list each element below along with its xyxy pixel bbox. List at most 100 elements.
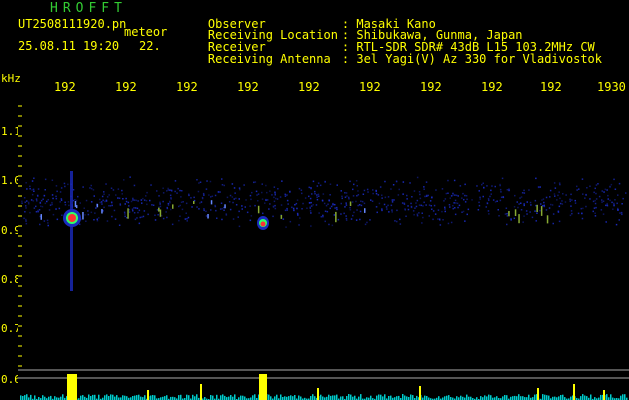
noise-dot <box>118 197 121 199</box>
noise-dot <box>36 200 38 202</box>
noise-dot <box>124 213 126 215</box>
noise-dot <box>318 195 320 197</box>
noise-dot <box>355 219 358 221</box>
noise-dot <box>137 200 139 202</box>
noise-dot <box>312 180 315 183</box>
noise-dot <box>257 193 260 195</box>
noise-dot <box>26 200 28 202</box>
noise-dot <box>419 193 421 196</box>
histogram-bar <box>254 394 256 400</box>
histogram-bar <box>336 394 338 400</box>
histogram-bar <box>424 395 426 400</box>
noise-dot <box>556 199 558 201</box>
noise-dot <box>268 208 270 210</box>
noise-dot <box>234 192 236 194</box>
noise-dot <box>256 194 258 196</box>
x-tick-label: 192 <box>359 80 381 94</box>
noise-dot <box>594 215 597 217</box>
noise-dot <box>357 204 359 207</box>
noise-dot <box>604 188 607 191</box>
noise-dot <box>25 205 27 207</box>
noise-dot <box>167 202 170 205</box>
noise-dot <box>44 178 47 181</box>
noise-dot <box>64 201 66 204</box>
histogram-bar <box>104 395 106 400</box>
noise-dot <box>582 207 584 210</box>
noise-dot <box>557 194 559 197</box>
noise-dot <box>331 224 334 227</box>
histogram-bar <box>328 394 330 400</box>
histogram-bar <box>490 395 492 400</box>
noise-dot <box>349 206 351 209</box>
noise-dot <box>404 209 406 211</box>
noise-dot <box>99 198 101 201</box>
histogram-bar <box>94 394 96 400</box>
histogram-bar <box>152 395 154 400</box>
noise-dot <box>184 218 187 220</box>
noise-dot <box>584 197 586 199</box>
noise-dot <box>198 182 200 184</box>
histogram-bar <box>42 395 44 400</box>
noise-dot <box>601 201 603 203</box>
noise-dot <box>589 185 591 187</box>
noise-dot <box>387 196 390 198</box>
noise-dot <box>40 205 42 207</box>
histogram-bar <box>620 395 622 400</box>
noise-dot <box>381 208 383 210</box>
histogram-bar <box>398 395 400 400</box>
noise-dot <box>205 215 208 217</box>
histogram-bar <box>446 395 448 400</box>
noise-dot <box>316 198 319 201</box>
noise-dot <box>416 214 419 217</box>
noise-dot <box>221 178 223 180</box>
noise-dot <box>299 217 301 219</box>
histogram-bar <box>320 394 322 400</box>
time-extra: 22. <box>139 39 161 53</box>
noise-dot <box>29 185 31 188</box>
histogram-bar <box>150 395 152 400</box>
echo-streak <box>514 209 517 216</box>
noise-dot <box>95 207 97 209</box>
noise-dot <box>67 183 69 186</box>
noise-dot <box>459 185 462 187</box>
noise-dot <box>625 192 627 194</box>
noise-dot <box>196 206 198 208</box>
noise-dot <box>576 189 578 191</box>
noise-dot <box>606 189 608 191</box>
noise-dot <box>165 211 167 213</box>
noise-dot <box>296 207 298 210</box>
histogram-bar <box>402 394 404 400</box>
noise-dot <box>479 198 481 200</box>
noise-dot <box>310 201 312 204</box>
noise-dot <box>487 210 490 212</box>
noise-dot <box>199 181 202 183</box>
noise-dot <box>427 194 429 197</box>
noise-dot <box>25 207 27 209</box>
noise-dot <box>310 212 312 214</box>
noise-dot <box>141 216 143 218</box>
histogram-bar <box>380 394 382 400</box>
noise-dot <box>208 194 210 196</box>
noise-dot <box>99 201 101 204</box>
noise-dot <box>56 190 58 193</box>
noise-dot <box>140 199 143 201</box>
noise-dot <box>133 184 136 187</box>
echo-streak <box>508 211 510 217</box>
noise-dot <box>254 181 257 183</box>
noise-dot <box>577 212 580 215</box>
noise-dot <box>193 196 195 199</box>
noise-dot <box>454 207 456 209</box>
noise-dot <box>170 208 172 211</box>
noise-dot <box>333 214 336 216</box>
noise-dot <box>239 188 241 191</box>
noise-dot <box>614 188 617 190</box>
noise-dot <box>609 185 611 188</box>
noise-dot <box>334 203 336 206</box>
noise-dot <box>250 198 252 201</box>
noise-dot <box>198 208 200 210</box>
noise-dot <box>63 182 66 185</box>
noise-dot <box>423 186 425 188</box>
histogram-bar <box>242 395 244 400</box>
histogram-bar <box>542 394 544 400</box>
noise-dot <box>217 191 220 193</box>
